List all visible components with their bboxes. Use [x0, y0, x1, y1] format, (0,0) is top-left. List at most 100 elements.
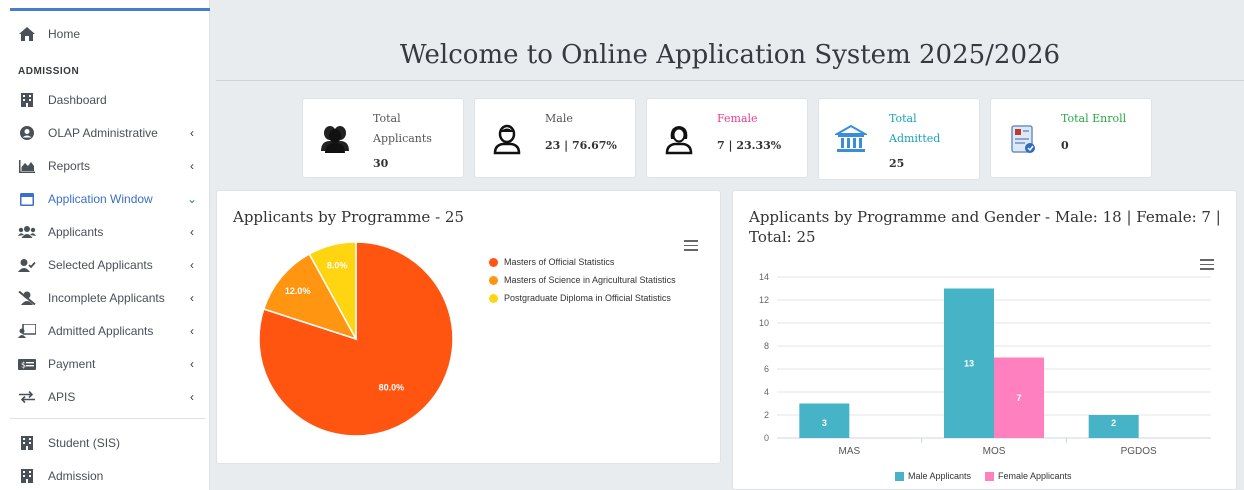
- legend-label: Female Applicants: [998, 471, 1072, 481]
- stat-title: Total Applicants: [373, 112, 432, 145]
- stat-title: Total Admitted: [889, 112, 941, 145]
- sidebar: Home ADMISSION Dashboard OLAP Administra…: [0, 0, 210, 490]
- bar-chart: 0 2 4 6 8 10 12 14 MAS 3 MOS 13 7 PGDOS 2: [759, 272, 1211, 457]
- sidebar-item-incomplete-applicants[interactable]: Incomplete Applicants ‹: [18, 286, 198, 310]
- legend-label: Masters of Official Statistics: [504, 257, 615, 267]
- pie-data-label: 12.0%: [285, 286, 311, 296]
- building-icon: [18, 467, 36, 485]
- user-check-icon: [18, 256, 36, 274]
- y-tick-label: 2: [764, 410, 769, 420]
- sidebar-item-student-sis[interactable]: Student (SIS): [18, 431, 198, 455]
- x-tick-label: MOS: [983, 446, 1006, 457]
- users-silhouette-icon: [319, 123, 351, 155]
- sidebar-item-label: Admitted Applicants: [48, 324, 154, 338]
- legend-label: Masters of Science in Agricultural Stati…: [504, 275, 676, 285]
- sidebar-item-payment[interactable]: $ Payment ‹: [18, 352, 198, 376]
- enrollment-form-icon: [1007, 123, 1039, 155]
- sidebar-item-admission[interactable]: Admission: [18, 464, 198, 488]
- exchange-icon: [18, 388, 36, 406]
- sidebar-item-label: Student (SIS): [48, 436, 121, 450]
- bar-data-label: 7: [1016, 393, 1021, 403]
- male-user-icon: [491, 123, 523, 155]
- stat-value: 30: [373, 157, 389, 170]
- legend-item[interactable]: Masters of Official Statistics: [489, 257, 614, 267]
- sidebar-item-label: Admission: [48, 469, 104, 483]
- chart-title: Applicants by Programme - 25: [233, 208, 464, 226]
- sidebar-item-reports[interactable]: Reports ‹: [18, 154, 198, 178]
- x-tick-label: MAS: [838, 446, 860, 457]
- bar-data-label: 2: [1111, 418, 1116, 428]
- bar-data-label: 13: [964, 358, 974, 368]
- legend-marker: [489, 275, 498, 285]
- chevron-left-icon: ‹: [190, 225, 194, 239]
- sidebar-item-label: OLAP Administrative: [48, 126, 158, 140]
- stat-card-male: Male 23 | 76.67%: [474, 98, 636, 178]
- stat-card-female: Female 7 | 23.33%: [646, 98, 808, 178]
- y-tick-label: 12: [759, 295, 769, 305]
- sidebar-item-label: Incomplete Applicants: [48, 291, 165, 305]
- female-user-icon: [663, 123, 695, 155]
- chart-menu-icon[interactable]: [684, 240, 698, 251]
- sidebar-item-home[interactable]: Home: [18, 22, 198, 46]
- chevron-left-icon: ‹: [190, 390, 194, 404]
- legend-item[interactable]: Female Applicants: [985, 471, 1072, 481]
- stat-title: Female: [717, 112, 758, 125]
- y-tick-label: 8: [764, 341, 769, 351]
- sidebar-item-selected-applicants[interactable]: Selected Applicants ‹: [18, 253, 198, 277]
- sidebar-item-applicants[interactable]: Applicants ‹: [18, 220, 198, 244]
- bar-data-label: 3: [822, 418, 827, 428]
- chalkboard-teacher-icon: [18, 322, 36, 340]
- svg-text:$: $: [21, 360, 26, 369]
- sidebar-accent-bar: [10, 8, 210, 11]
- pie-slice[interactable]: [258, 241, 454, 437]
- sidebar-item-olap-administrative[interactable]: OLAP Administrative ‹: [18, 121, 198, 145]
- legend-item[interactable]: Male Applicants: [895, 471, 971, 481]
- stat-card-total-enroll: Total Enroll 0: [990, 98, 1152, 178]
- window-icon: [18, 190, 36, 208]
- pie-slice[interactable]: [262, 252, 358, 341]
- stat-value: 23 | 76.67%: [545, 139, 617, 152]
- stat-value: 0: [1061, 139, 1069, 152]
- home-icon: [18, 25, 36, 43]
- stat-card-total-applicants: Total Applicants 30: [302, 98, 464, 178]
- pie-data-label: 8.0%: [327, 261, 348, 271]
- sidebar-item-admitted-applicants[interactable]: Admitted Applicants ‹: [18, 319, 198, 343]
- legend-marker: [489, 293, 498, 303]
- sidebar-section-header: ADMISSION: [18, 66, 80, 77]
- sidebar-item-label: Application Window: [48, 192, 153, 206]
- chevron-left-icon: ‹: [190, 126, 194, 140]
- x-tick-label: PGDOS: [1121, 446, 1157, 457]
- sidebar-item-label: Home: [48, 27, 81, 41]
- university-icon: [833, 123, 869, 155]
- legend-item[interactable]: Postgraduate Diploma in Official Statist…: [489, 293, 671, 303]
- sidebar-item-dashboard[interactable]: Dashboard: [18, 88, 198, 112]
- stat-value: 25: [889, 157, 905, 170]
- chevron-left-icon: ‹: [190, 291, 194, 305]
- user-slash-icon: [18, 289, 36, 307]
- title-divider: [216, 80, 1244, 81]
- y-tick-label: 10: [759, 318, 769, 328]
- chevron-left-icon: ‹: [190, 159, 194, 173]
- sidebar-item-application-window[interactable]: Application Window ⌄: [18, 187, 198, 211]
- pie-chart: 80.0% 12.0% 8.0%: [258, 241, 454, 437]
- sidebar-item-apis[interactable]: APIS ‹: [18, 385, 198, 409]
- chevron-left-icon: ‹: [190, 324, 194, 338]
- sidebar-item-label: Applicants: [48, 225, 104, 239]
- legend-label: Postgraduate Diploma in Official Statist…: [504, 293, 671, 303]
- y-tick-label: 4: [764, 387, 769, 397]
- pie-chart-card: Applicants by Programme - 25 80.0% 12.0% 8…: [216, 190, 721, 464]
- sidebar-item-label: Reports: [48, 159, 91, 173]
- pie-slice[interactable]: [308, 241, 357, 340]
- area-chart-icon: [18, 157, 36, 175]
- building-icon: [18, 434, 36, 452]
- sidebar-item-label: Dashboard: [48, 93, 107, 107]
- sidebar-item-label: Payment: [48, 357, 96, 371]
- pie-data-label: 80.0%: [379, 383, 405, 393]
- chevron-left-icon: ‹: [190, 357, 194, 371]
- chevron-left-icon: ‹: [190, 258, 194, 272]
- page-title: Welcome to Online Application System 202…: [399, 40, 1061, 70]
- legend-marker: [985, 471, 994, 481]
- legend-item[interactable]: Masters of Science in Agricultural Stati…: [489, 275, 676, 285]
- user-circle-icon: [18, 124, 36, 142]
- sidebar-item-label: APIS: [48, 390, 76, 404]
